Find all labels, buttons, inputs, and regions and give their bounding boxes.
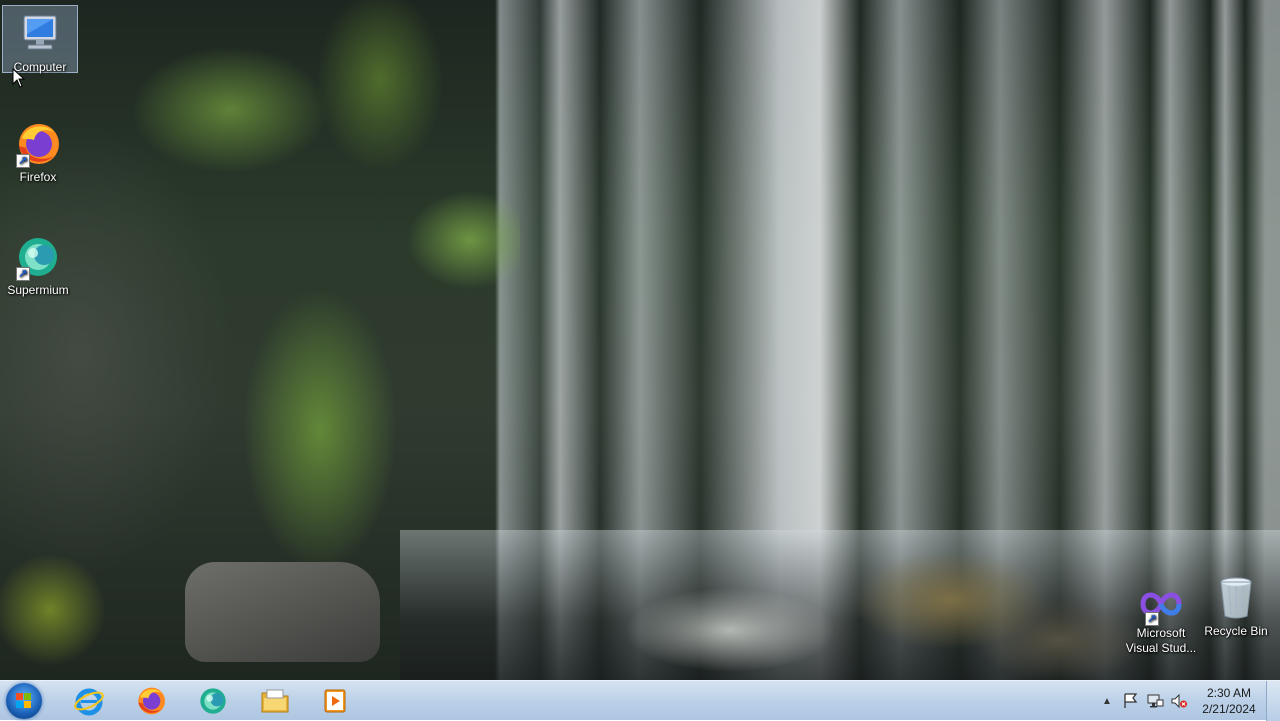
media-player-icon (324, 689, 346, 713)
clock-date: 2/21/2024 (1202, 702, 1256, 716)
wallpaper-rock (185, 562, 380, 662)
recycle-bin-icon (1212, 574, 1260, 622)
taskbar-internet-explorer[interactable] (67, 684, 111, 718)
taskbar-supermium[interactable] (191, 684, 235, 718)
computer-icon (16, 10, 64, 58)
network-icon[interactable] (1146, 692, 1164, 710)
desktop-icon-label: Microsoft Visual Stud... (1125, 626, 1197, 655)
supermium-icon: ↗ (14, 233, 62, 281)
supermium-icon (200, 688, 226, 714)
desktop-icon-supermium[interactable]: ↗ Supermium (0, 229, 76, 298)
taskbar: ▲ 2:30 AM 2/21/2024 (0, 680, 1280, 721)
internet-explorer-icon (74, 688, 104, 716)
show-hidden-icons-arrow[interactable]: ▲ (1100, 696, 1114, 707)
mouse-cursor-icon (12, 68, 26, 88)
system-tray: ▲ (1100, 681, 1188, 721)
clock-time: 2:30 AM (1206, 686, 1252, 700)
taskbar-firefox[interactable] (129, 684, 173, 718)
taskbar-media-player[interactable] (313, 684, 357, 718)
volume-muted-icon[interactable] (1170, 692, 1188, 710)
taskbar-file-explorer[interactable] (253, 684, 297, 718)
start-button[interactable] (6, 683, 42, 719)
desktop-icon-label: Recycle Bin (1204, 624, 1268, 638)
desktop-icon-recycle-bin[interactable]: Recycle Bin (1198, 570, 1274, 639)
firefox-icon: ↗ (14, 120, 62, 168)
shortcut-arrow-icon: ↗ (1145, 612, 1159, 626)
visual-studio-icon: ↗ (1137, 584, 1185, 626)
desktop-icon-visual-studio[interactable]: ↗ Microsoft Visual Stud... (1123, 580, 1199, 656)
shortcut-arrow-icon: ↗ (16, 267, 30, 281)
taskbar-clock[interactable]: 2:30 AM 2/21/2024 (1192, 685, 1266, 717)
desktop-icon-computer[interactable]: Computer (2, 5, 78, 74)
desktop-icon-firefox[interactable]: ↗ Firefox (0, 116, 76, 185)
folder-icon (261, 689, 289, 713)
firefox-icon (138, 687, 165, 715)
show-desktop-button[interactable] (1266, 681, 1280, 721)
action-center-icon[interactable] (1122, 692, 1140, 710)
desktop-icon-label: Supermium (7, 283, 69, 297)
desktop-icon-label: Firefox (19, 170, 57, 184)
shortcut-arrow-icon: ↗ (16, 154, 30, 168)
windows-logo-icon (16, 693, 32, 709)
